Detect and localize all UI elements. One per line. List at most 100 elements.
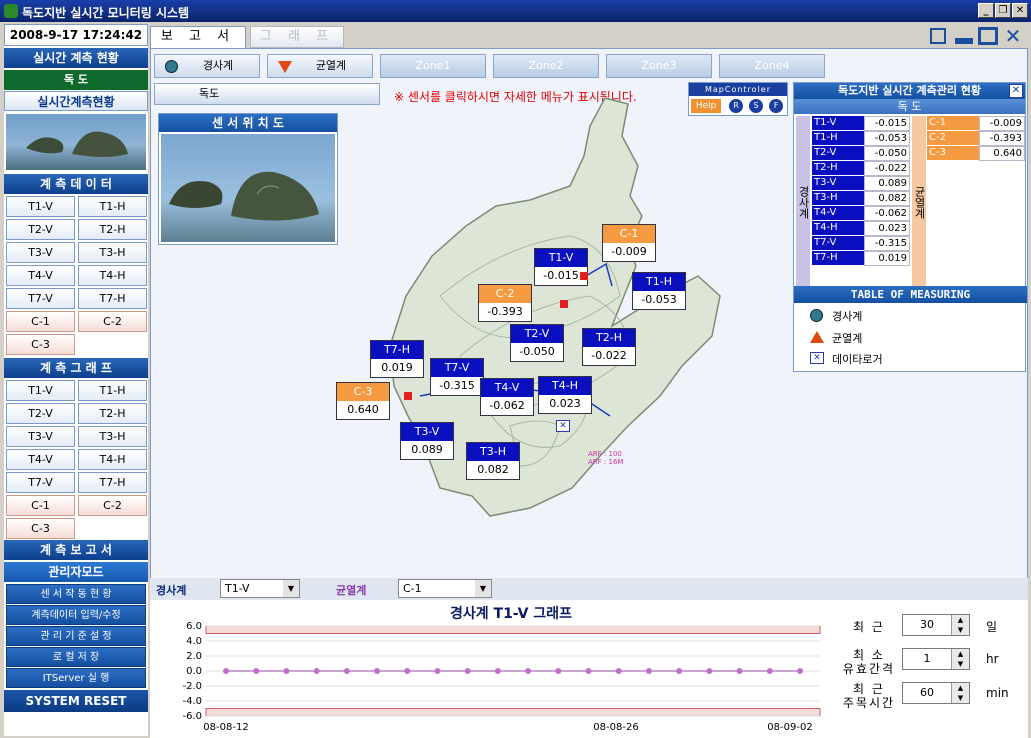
spinner-arrows-icon[interactable]: ▲ ▼ [951,649,969,669]
data-t7-h-button[interactable]: T7-H [78,288,147,309]
data-t2-h-button[interactable]: T2-H [78,219,147,240]
sensor-label-t1-v[interactable]: T1-V -0.015 [534,248,588,286]
sensor-label-t1-h[interactable]: T1-H -0.053 [632,272,686,310]
admin-item[interactable]: 로 컬 저 장 [6,647,146,667]
graph-t1-v-button[interactable]: T1-V [6,380,75,401]
sensor-label-t4-v[interactable]: T4-V -0.062 [480,378,534,416]
zone1-button[interactable]: Zone1 [380,54,486,78]
minimize-icon[interactable] [955,38,973,44]
data-c-2-button[interactable]: C-2 [78,311,147,332]
data-t4-h-button[interactable]: T4-H [78,265,147,286]
setting-stepper[interactable]: 1 ▲ ▼ [902,648,970,670]
datalogger-icon[interactable]: ✕ [556,420,570,432]
graph-c-2-button[interactable]: C-2 [78,495,147,516]
sensor-label-c-1[interactable]: C-1 -0.009 [602,224,656,262]
sensor-label-t2-v[interactable]: T2-V -0.050 [510,324,564,362]
system-reset-button[interactable]: SYSTEM RESET [4,690,148,712]
setting-value: 1 [923,652,931,665]
crack-marker[interactable] [404,392,412,400]
graph-t4-h-button[interactable]: T4-H [78,449,147,470]
y-tick-label: 0.0 [186,666,202,677]
data-point [736,668,743,674]
inclinometer-button[interactable]: 경사계 [154,54,260,78]
sensor-name: T4-V [481,379,533,397]
tab-graph[interactable]: 그 래 프 [250,26,344,48]
graph-t4-v-button[interactable]: T4-V [6,449,75,470]
sensor-label-t7-v[interactable]: T7-V -0.315 [430,358,484,396]
admin-item[interactable]: 센 서 작 동 현 황 [6,584,146,604]
crack-select[interactable]: C-1 ▼ [398,579,492,598]
reset-zoom-button[interactable]: R [729,99,743,113]
sensor-label-t3-v[interactable]: T3-V 0.089 [400,422,454,460]
sensor-name: C-2 [479,285,531,303]
live-status-button[interactable]: 실시간계측현황 [4,91,148,111]
graph-t3-h-button[interactable]: T3-H [78,426,147,447]
setting-stepper[interactable]: 30 ▲ ▼ [902,614,970,636]
row-label: C-3 [927,146,979,161]
graph-t7-v-button[interactable]: T7-V [6,472,75,493]
sensor-name: T7-H [371,341,423,359]
row-label: C-1 [927,116,979,131]
admin-item[interactable]: ITServer 실 행 [6,668,146,688]
location-photo [161,134,335,242]
maximize-icon[interactable] [978,27,998,45]
report-button[interactable]: 계 측 보 고 서 [4,540,148,560]
data-t7-v-button[interactable]: T7-V [6,288,75,309]
graph-t1-h-button[interactable]: T1-H [78,380,147,401]
admin-item[interactable]: 계측데이터 입력/수정 [6,605,146,625]
status-table-title: 독도지반 실시간 계측관리 현황 [794,83,1025,99]
island-map[interactable]: C-1 -0.009 T1-V -0.015 T1-H -0.053 C-2 -0.393 T2… [289,96,780,576]
sensor-label-c-3[interactable]: C-3 0.640 [336,382,390,420]
graph-t7-h-button[interactable]: T7-H [78,472,147,493]
data-point [253,668,260,674]
crackmeter-button[interactable]: 균열계 [267,54,373,78]
crack-marker[interactable] [580,272,588,280]
row-value: 0.089 [864,176,910,191]
data-c-3-button[interactable]: C-3 [6,334,75,355]
fullscreen-icon[interactable] [930,28,946,44]
small-zoom-button[interactable]: S [749,99,763,113]
zone3-button[interactable]: Zone3 [606,54,712,78]
spinner-arrows-icon[interactable]: ▲ ▼ [951,615,969,635]
sensor-label-t4-h[interactable]: T4-H 0.023 [538,376,592,414]
sensor-label-t7-h[interactable]: T7-H 0.019 [370,340,424,378]
crack-marker[interactable] [560,300,568,308]
tab-report[interactable]: 보 고 서 [150,26,246,48]
data-t3-h-button[interactable]: T3-H [78,242,147,263]
admin-item[interactable]: 관 리 기 준 설 정 [6,626,146,646]
graph-c-3-button[interactable]: C-3 [6,518,75,539]
status-table-close-icon[interactable]: ✕ [1009,84,1023,98]
zone4-button[interactable]: Zone4 [719,54,825,78]
data-c-1-button[interactable]: C-1 [6,311,75,332]
data-t2-v-button[interactable]: T2-V [6,219,75,240]
data-t1-v-button[interactable]: T1-V [6,196,75,217]
row-label: T4-V [812,206,864,221]
row-value: -0.050 [864,146,910,161]
graph-t2-h-button[interactable]: T2-H [78,403,147,424]
data-t4-v-button[interactable]: T4-V [6,265,75,286]
graph-t3-v-button[interactable]: T3-V [6,426,75,447]
minimize-button[interactable]: _ [978,3,994,18]
tilt-select[interactable]: T1-V ▼ [220,579,300,598]
close-button[interactable]: ✕ [1012,3,1028,18]
site-header: 독 도 [4,70,148,90]
help-button[interactable]: Help [691,99,721,113]
island-outline [289,97,721,517]
sensor-label-t3-h[interactable]: T3-H 0.082 [466,442,520,480]
arf-note: ARF : 100 ARF : 16M [588,450,624,466]
setting-stepper[interactable]: 60 ▲ ▼ [902,682,970,704]
inclinometer-legend-icon [810,309,823,322]
sensor-label-c-2[interactable]: C-2 -0.393 [478,284,532,322]
x-tick-label: 08-09-02 [767,722,812,733]
sensor-label-t2-h[interactable]: T2-H -0.022 [582,328,636,366]
restore-button[interactable]: ❐ [995,3,1011,18]
spinner-arrows-icon[interactable]: ▲ ▼ [951,683,969,703]
close-panel-icon[interactable]: ✕ [1003,26,1023,46]
data-t1-h-button[interactable]: T1-H [78,196,147,217]
graph-t2-v-button[interactable]: T2-V [6,403,75,424]
site-select-button[interactable]: 독도 [154,83,380,105]
data-t3-v-button[interactable]: T3-V [6,242,75,263]
graph-c-1-button[interactable]: C-1 [6,495,75,516]
zone2-button[interactable]: Zone2 [493,54,599,78]
full-zoom-button[interactable]: F [769,99,783,113]
